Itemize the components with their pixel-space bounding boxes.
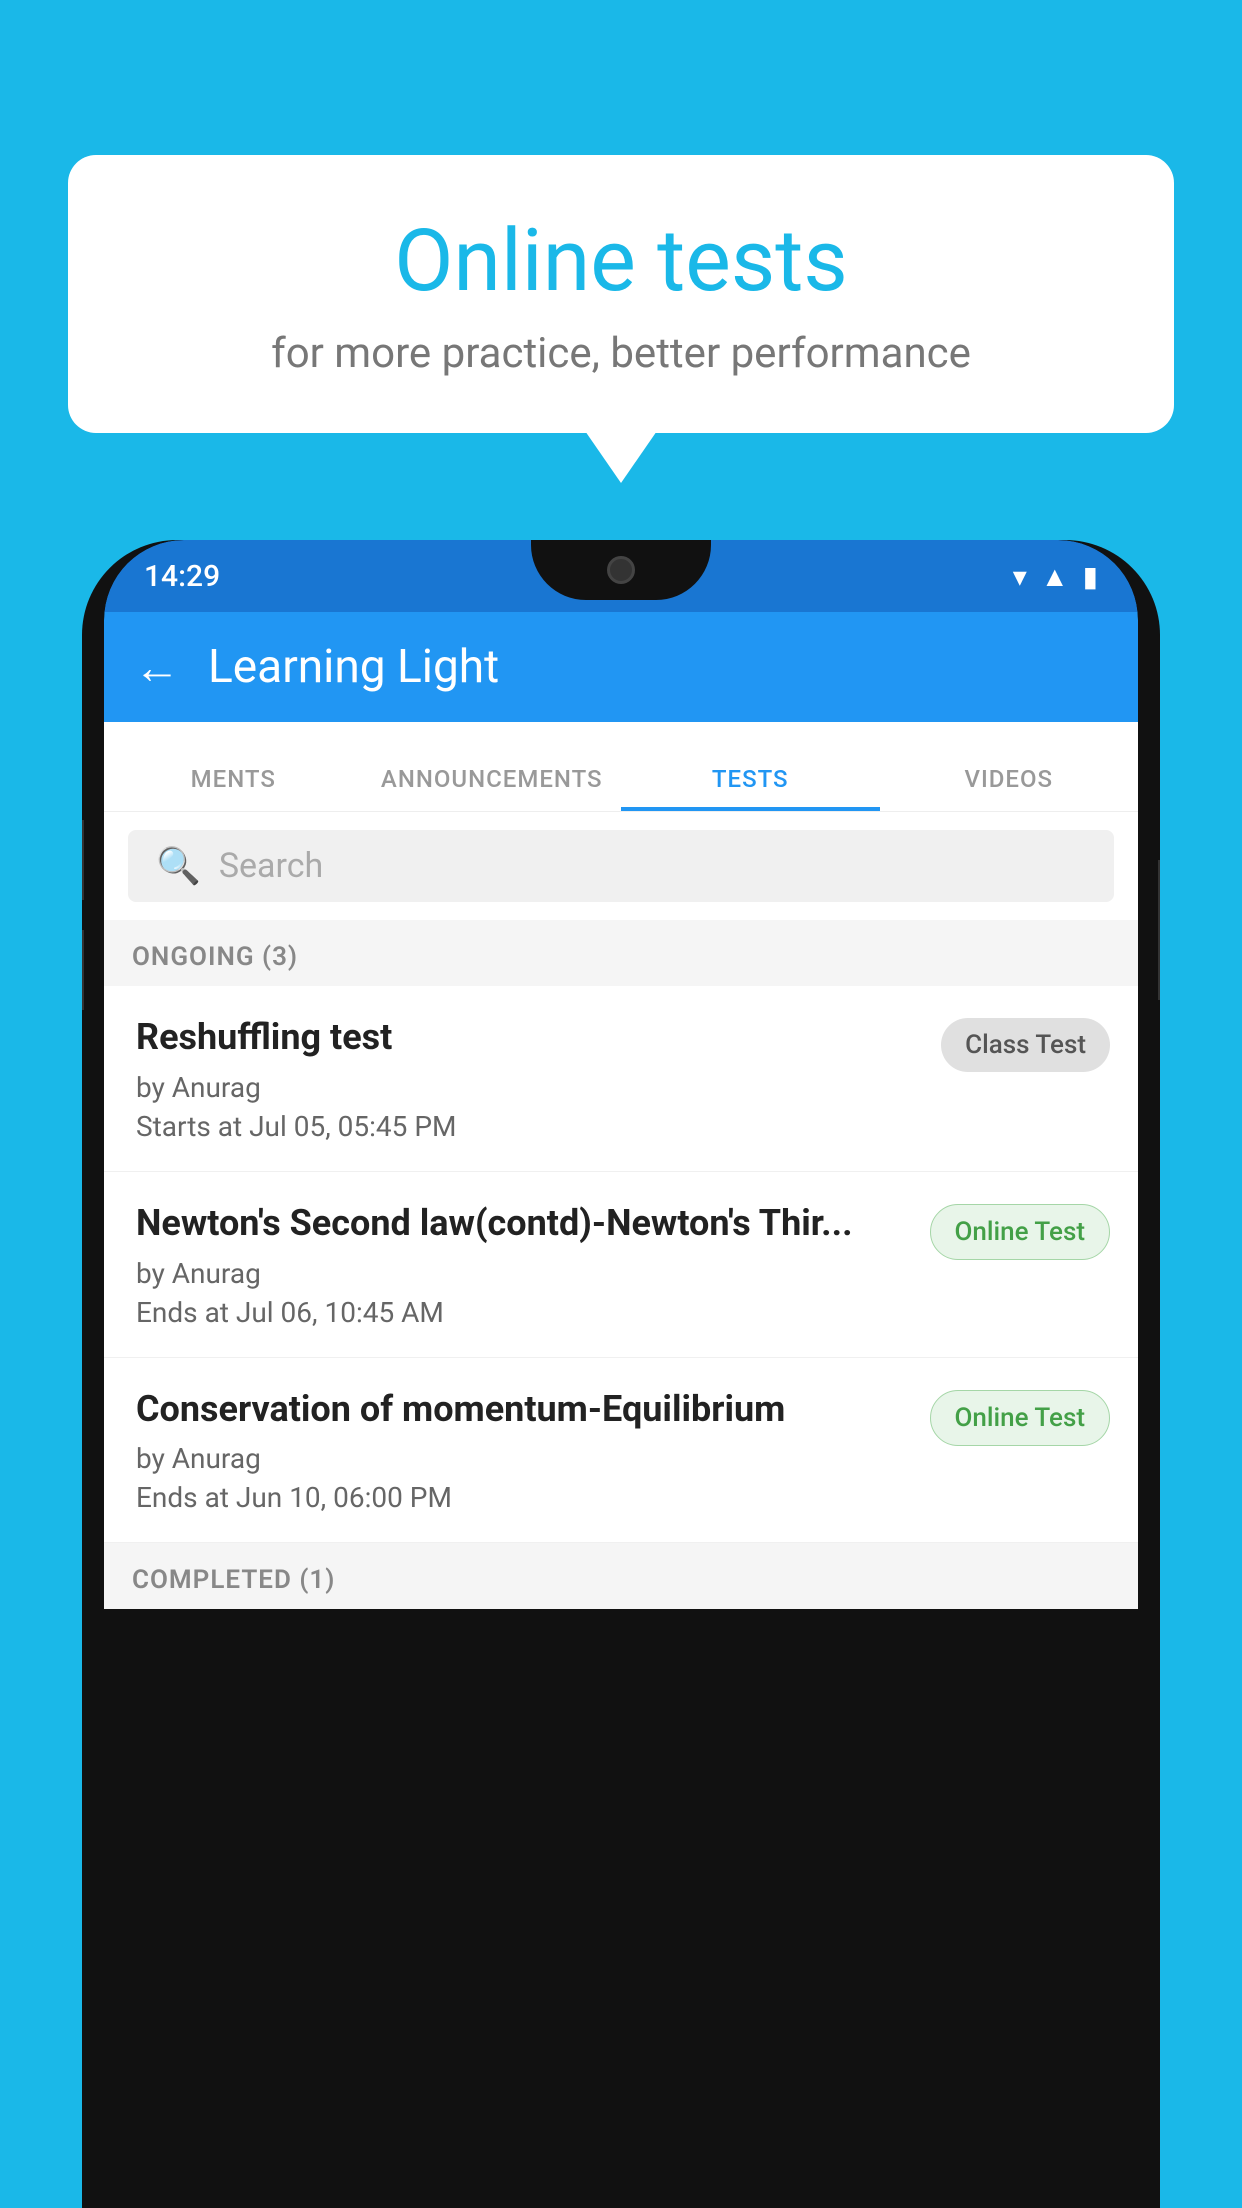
tab-announcements[interactable]: ANNOUNCEMENTS	[363, 765, 622, 811]
search-input[interactable]: Search	[219, 846, 323, 886]
speech-bubble-title: Online tests	[128, 210, 1114, 311]
battery-icon: ▮	[1083, 560, 1098, 593]
test-badge-newton: Online Test	[930, 1204, 1111, 1260]
back-button[interactable]: ←	[134, 640, 180, 695]
notch	[531, 540, 711, 600]
side-button-vol-up	[82, 820, 84, 900]
test-date-conservation: Ends at Jun 10, 06:00 PM	[136, 1481, 912, 1514]
section-header-ongoing: ONGOING (3)	[104, 920, 1138, 986]
speech-bubble-subtitle: for more practice, better performance	[128, 329, 1114, 378]
test-title-newton: Newton's Second law(contd)-Newton's Thir…	[136, 1200, 912, 1247]
camera	[607, 556, 635, 584]
test-item-content-conservation: Conservation of momentum-Equilibrium by …	[136, 1386, 912, 1515]
phone-inner: 14:29 ▾ ▲ ▮ ← Learning Light MENTS ANNOU…	[104, 540, 1138, 2208]
test-title-reshuffling: Reshuffling test	[136, 1014, 923, 1061]
status-time: 14:29	[144, 559, 220, 594]
speech-bubble: Online tests for more practice, better p…	[68, 155, 1174, 433]
status-bar: 14:29 ▾ ▲ ▮	[104, 540, 1138, 612]
test-item-newton[interactable]: Newton's Second law(contd)-Newton's Thir…	[104, 1172, 1138, 1358]
search-bar[interactable]: 🔍 Search	[128, 830, 1114, 902]
wifi-icon: ▾	[1013, 560, 1027, 593]
tab-ments[interactable]: MENTS	[104, 765, 363, 811]
scroll-area[interactable]: 🔍 Search ONGOING (3) Reshuffling test by…	[104, 812, 1138, 2208]
tab-bar: MENTS ANNOUNCEMENTS TESTS VIDEOS	[104, 722, 1138, 812]
test-item-reshuffling[interactable]: Reshuffling test by Anurag Starts at Jul…	[104, 986, 1138, 1172]
phone-frame: 14:29 ▾ ▲ ▮ ← Learning Light MENTS ANNOU…	[82, 540, 1160, 2208]
test-item-content-newton: Newton's Second law(contd)-Newton's Thir…	[136, 1200, 912, 1329]
test-badge-reshuffling: Class Test	[941, 1018, 1110, 1072]
test-author-reshuffling: by Anurag	[136, 1071, 923, 1104]
test-badge-conservation: Online Test	[930, 1390, 1111, 1446]
signal-icon: ▲	[1041, 560, 1069, 593]
test-date-newton: Ends at Jul 06, 10:45 AM	[136, 1296, 912, 1329]
section-header-completed: COMPLETED (1)	[104, 1543, 1138, 1609]
tab-videos[interactable]: VIDEOS	[880, 765, 1139, 811]
search-container: 🔍 Search	[104, 812, 1138, 920]
app-bar: ← Learning Light	[104, 612, 1138, 722]
test-item-content: Reshuffling test by Anurag Starts at Jul…	[136, 1014, 923, 1143]
screen-content: 14:29 ▾ ▲ ▮ ← Learning Light MENTS ANNOU…	[104, 540, 1138, 2208]
test-title-conservation: Conservation of momentum-Equilibrium	[136, 1386, 912, 1433]
search-icon: 🔍	[156, 845, 201, 887]
app-bar-title: Learning Light	[208, 640, 499, 694]
test-item-conservation[interactable]: Conservation of momentum-Equilibrium by …	[104, 1358, 1138, 1544]
test-date-reshuffling: Starts at Jul 05, 05:45 PM	[136, 1110, 923, 1143]
tab-tests[interactable]: TESTS	[621, 765, 880, 811]
status-icons: ▾ ▲ ▮	[1013, 560, 1098, 593]
test-author-newton: by Anurag	[136, 1257, 912, 1290]
side-button-vol-down	[82, 930, 84, 1010]
test-author-conservation: by Anurag	[136, 1442, 912, 1475]
side-button-power	[1158, 860, 1160, 1000]
